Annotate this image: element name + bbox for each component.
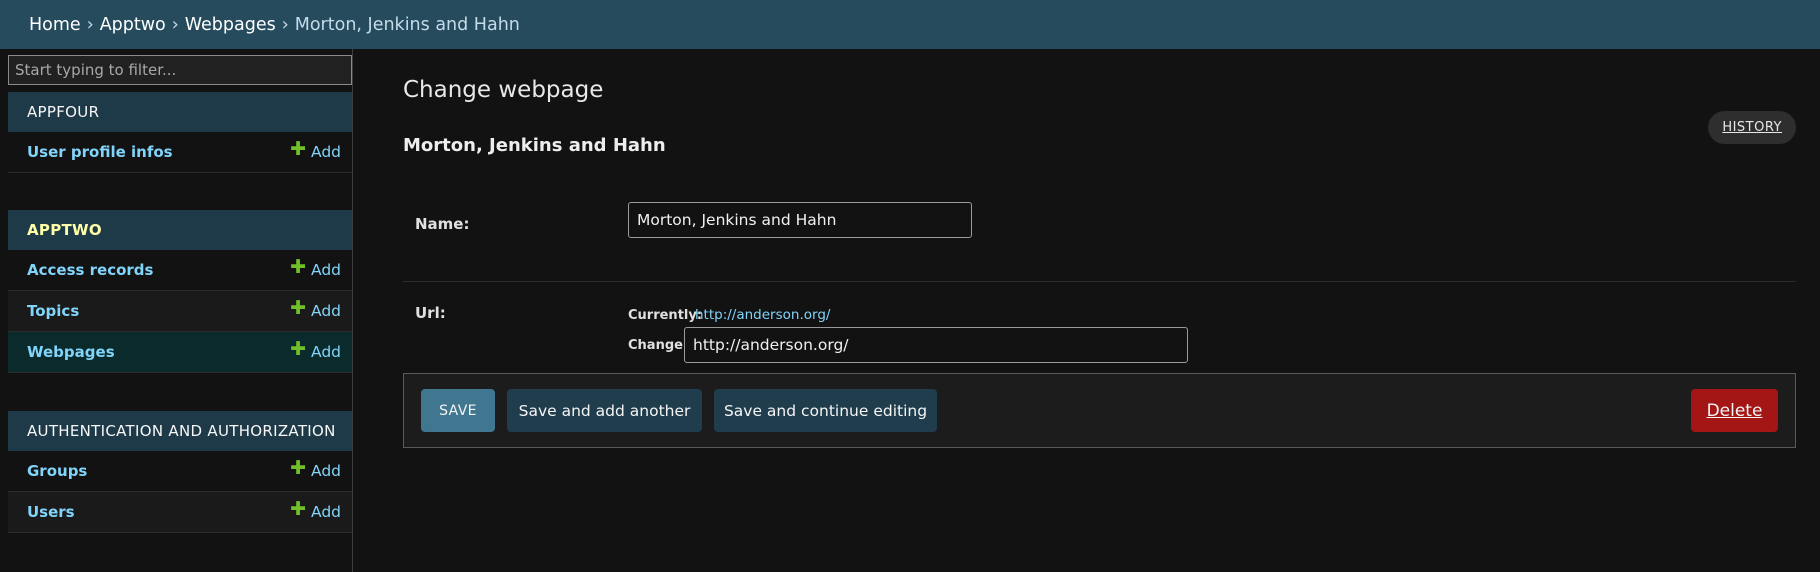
model-link[interactable]: Users	[27, 503, 75, 521]
save-and-add-another-button[interactable]: Save and add another	[507, 389, 702, 432]
form-row-url: Url: Currently: http://anderson.org/ Cha…	[403, 282, 1796, 384]
add-link[interactable]: ✚ Add	[290, 337, 341, 362]
save-and-continue-button[interactable]: Save and continue editing	[714, 389, 937, 432]
model-link[interactable]: Groups	[27, 462, 87, 480]
add-label: Add	[310, 343, 341, 361]
module-auth: AUTHENTICATION AND AUTHORIZATION Groups …	[8, 411, 352, 533]
breadcrumb-model[interactable]: Webpages	[185, 15, 276, 35]
name-label: Name:	[415, 215, 470, 233]
delete-button[interactable]: Delete	[1691, 389, 1778, 432]
breadcrumb-separator: ›	[281, 14, 289, 35]
sidebar: APPFOUR User profile infos ✚ Add APPTWO …	[0, 49, 353, 572]
add-label: Add	[310, 462, 341, 480]
sidebar-item-topics: Topics ✚ Add	[8, 291, 352, 332]
submit-row: SAVE Save and add another Save and conti…	[403, 373, 1796, 448]
model-link[interactable]: Topics	[27, 302, 79, 320]
breadcrumb-separator: ›	[86, 14, 94, 35]
plus-icon: ✚	[290, 296, 306, 319]
current-url-link[interactable]: http://anderson.org/	[695, 307, 830, 323]
change-label: Change:	[628, 338, 689, 353]
add-label: Add	[310, 143, 341, 161]
model-link[interactable]: Webpages	[27, 343, 115, 361]
add-link[interactable]: ✚ Add	[290, 497, 341, 522]
sidebar-item-users: Users ✚ Add	[8, 492, 352, 533]
sidebar-filter-input[interactable]	[8, 55, 352, 85]
sidebar-item-user-profile-infos: User profile infos ✚ Add	[8, 132, 352, 173]
plus-icon: ✚	[290, 337, 306, 360]
module-apptwo: APPTWO Access records ✚ Add Topics ✚ Add…	[8, 210, 352, 373]
breadcrumb-app[interactable]: Apptwo	[100, 15, 166, 35]
module-caption[interactable]: APPFOUR	[8, 92, 352, 132]
currently-label: Currently:	[628, 308, 703, 323]
sidebar-item-webpages: Webpages ✚ Add	[8, 332, 352, 373]
form-row-name: Name:	[403, 170, 1796, 282]
model-link[interactable]: User profile infos	[27, 143, 173, 161]
plus-icon: ✚	[290, 137, 306, 160]
url-input[interactable]	[684, 327, 1188, 363]
breadcrumb-home[interactable]: Home	[29, 15, 81, 35]
breadcrumb-current: Morton, Jenkins and Hahn	[294, 14, 520, 35]
name-input[interactable]	[628, 202, 972, 238]
history-button[interactable]: HISTORY	[1708, 111, 1796, 144]
add-link[interactable]: ✚ Add	[290, 137, 341, 162]
add-label: Add	[310, 503, 341, 521]
module-caption[interactable]: APPTWO	[8, 210, 352, 250]
breadcrumb: Home › Apptwo › Webpages › Morton, Jenki…	[0, 0, 1820, 49]
plus-icon: ✚	[290, 456, 306, 479]
add-label: Add	[310, 302, 341, 320]
save-button[interactable]: SAVE	[421, 389, 495, 432]
add-link[interactable]: ✚ Add	[290, 255, 341, 280]
object-title: Morton, Jenkins and Hahn	[403, 135, 666, 156]
add-label: Add	[310, 261, 341, 279]
plus-icon: ✚	[290, 255, 306, 278]
module-appfour: APPFOUR User profile infos ✚ Add	[8, 92, 352, 173]
module-caption[interactable]: AUTHENTICATION AND AUTHORIZATION	[8, 411, 352, 451]
plus-icon: ✚	[290, 497, 306, 520]
sidebar-item-access-records: Access records ✚ Add	[8, 250, 352, 291]
breadcrumb-separator: ›	[171, 14, 179, 35]
add-link[interactable]: ✚ Add	[290, 296, 341, 321]
model-link[interactable]: Access records	[27, 261, 153, 279]
add-link[interactable]: ✚ Add	[290, 456, 341, 481]
sidebar-item-groups: Groups ✚ Add	[8, 451, 352, 492]
page-title: Change webpage	[403, 77, 604, 103]
url-label: Url:	[415, 304, 446, 322]
